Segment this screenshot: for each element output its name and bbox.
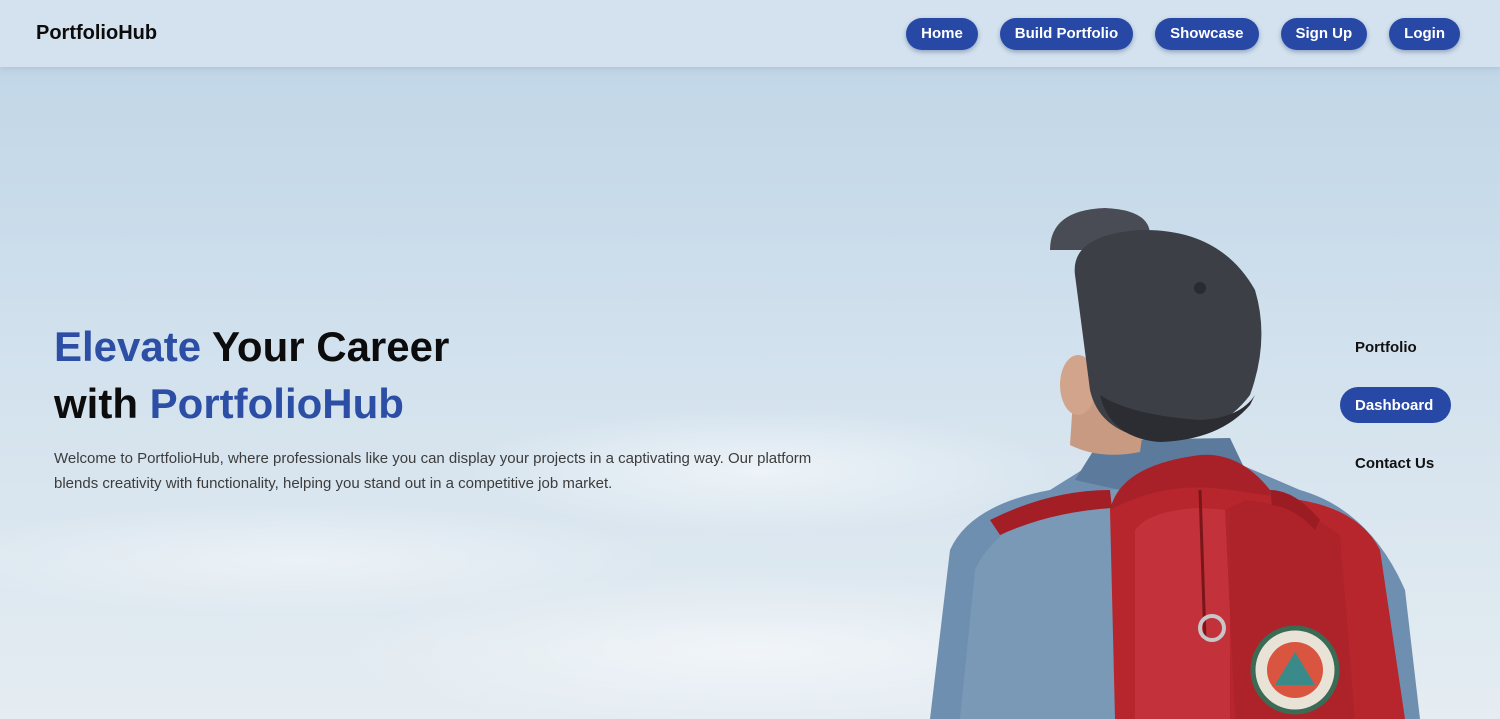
top-navbar: PortfolioHub Home Build Portfolio Showca… <box>0 0 1500 67</box>
side-nav-portfolio[interactable]: Portfolio <box>1340 329 1470 365</box>
hero-title-text-2: with <box>54 380 150 427</box>
side-nav: Portfolio Dashboard Contact Us <box>1340 329 1470 503</box>
nav-sign-up-button[interactable]: Sign Up <box>1280 17 1368 50</box>
nav-home-button[interactable]: Home <box>906 17 978 50</box>
side-nav-contact-us[interactable]: Contact Us <box>1340 445 1470 481</box>
hero-title-accent-2: PortfolioHub <box>149 380 404 427</box>
hero-title: Elevate Your Career with PortfolioHub <box>54 318 534 432</box>
nav-build-portfolio-button[interactable]: Build Portfolio <box>999 17 1134 50</box>
main-nav: Home Build Portfolio Showcase Sign Up Lo… <box>906 17 1460 50</box>
side-nav-dashboard[interactable]: Dashboard <box>1340 387 1451 423</box>
nav-showcase-button[interactable]: Showcase <box>1155 17 1259 50</box>
hero-title-text-1: Your Career <box>201 323 450 370</box>
nav-login-button[interactable]: Login <box>1389 17 1460 50</box>
hero-description: Welcome to PortfolioHub, where professio… <box>54 450 812 492</box>
hero-title-accent-1: Elevate <box>54 323 202 370</box>
site-logo[interactable]: PortfolioHub <box>36 22 157 45</box>
